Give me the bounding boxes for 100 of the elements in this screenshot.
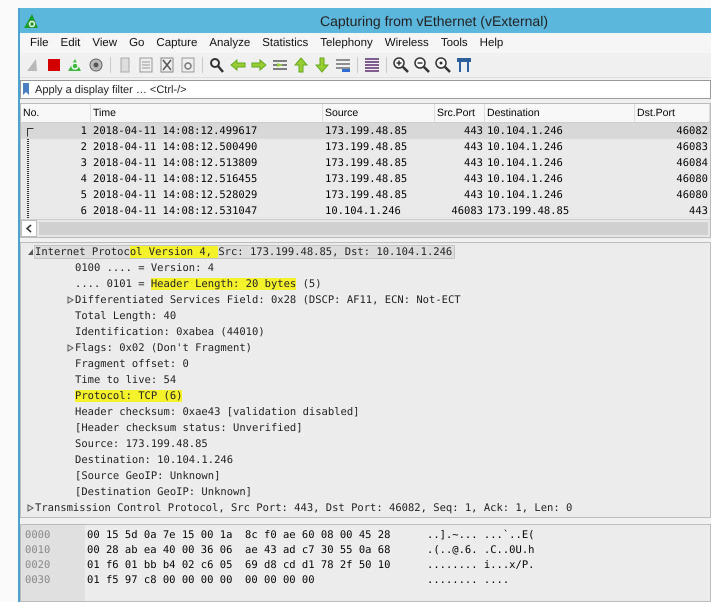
menu-item[interactable]: Telephony <box>314 37 379 49</box>
table-cell-text: 2018-04-11 14:08:12.500490 <box>92 141 258 153</box>
menu-item[interactable]: Wireless <box>378 37 435 49</box>
detail-row[interactable]: [Source GeoIP: Unknown] <box>75 470 222 482</box>
detail-row[interactable]: Internet Protocol Version 4, Src: 173.199.48.85, Dst: 10.104.1.246 <box>35 246 454 258</box>
menu-item[interactable]: View <box>86 37 124 49</box>
detail-row[interactable]: Fragment offset: 0 <box>75 358 191 370</box>
detail-row[interactable]: Source: 173.199.48.85 <box>75 438 210 450</box>
bookmark-icon[interactable] <box>23 83 29 95</box>
zoom-out-icon[interactable] <box>413 56 431 74</box>
table-cell-text: 10.104.1.246 <box>486 189 564 201</box>
table-cell-text: 2018-04-11 14:08:12.528029 <box>92 189 258 201</box>
search-icon[interactable] <box>208 56 226 74</box>
menu-item[interactable]: Help <box>474 37 510 49</box>
table-cell-text: 10.104.1.246 <box>486 125 564 137</box>
detail-row[interactable]: Time to live: 54 <box>75 374 178 386</box>
table-cell-text: 173.199.48.85 <box>324 189 408 201</box>
table-cell-text: 443 <box>463 125 484 137</box>
table-cell-text: 173.199.48.85 <box>324 125 408 137</box>
table-cell-text: 10.104.1.246 <box>324 205 402 217</box>
packet-row[interactable]: 3 2018-04-11 14:08:12.513809 173.199.48.85 443 10.104.1.246 46084 <box>21 155 710 171</box>
table-cell-text: 46084 <box>675 157 709 169</box>
detail-row[interactable]: [Header checksum status: Unverified] <box>75 422 305 434</box>
scroll-left-icon[interactable] <box>21 220 37 237</box>
zoom-reset-icon[interactable] <box>434 56 452 74</box>
column-header[interactable]: Dst.Port <box>635 104 710 122</box>
menu-item[interactable]: Capture <box>150 37 204 49</box>
shark-fin-icon <box>22 12 40 30</box>
ascii-dump: ........ .... <box>427 574 510 586</box>
hex-bytes: 01 f6 01 bb b4 02 c6 05 69 d8 cd d1 78 2f 50 10 <box>87 558 392 570</box>
detail-row[interactable]: Protocol: TCP (6) <box>75 390 184 402</box>
packet-row[interactable]: 6 2018-04-11 14:08:12.531047 10.104.1.246 46083 173.199.48.85 443 <box>21 203 710 219</box>
ascii-dump: .(..@.6. .C..0U.h <box>427 544 534 556</box>
menu-item[interactable]: Edit <box>54 37 86 49</box>
table-cell-text: 2018-04-11 14:08:12.516455 <box>92 173 258 185</box>
detail-row[interactable]: Flags: 0x02 (Don't Fragment) <box>75 342 254 354</box>
menu-item[interactable]: Tools <box>434 37 474 49</box>
window-title: Capturing from vEthernet (vExternal) <box>320 12 548 28</box>
table-cell-text: 2 <box>80 141 88 153</box>
table-cell-text: 1 <box>80 125 88 137</box>
table-cell-text: 173.199.48.85 <box>486 205 570 217</box>
collapsed-triangle-icon[interactable] <box>66 344 74 352</box>
table-cell-text: 46082 <box>675 125 709 137</box>
packet-row[interactable]: 5 2018-04-11 14:08:12.528029 173.199.48.85 443 10.104.1.246 46080 <box>21 187 710 203</box>
table-cell-text: 2018-04-11 14:08:12.531047 <box>92 205 258 217</box>
reload-icon[interactable] <box>179 56 197 74</box>
menu-item[interactable]: Statistics <box>256 37 314 49</box>
table-cell-text: 173.199.48.85 <box>324 157 408 169</box>
packet-row[interactable]: 4 2018-04-11 14:08:12.516455 173.199.48.85 443 10.104.1.246 46080 <box>21 171 710 187</box>
hex-offset: 0000 <box>25 528 52 540</box>
hex-bytes: 00 28 ab ea 40 00 36 06 ae 43 ad c7 30 55 0a 68 <box>87 544 392 556</box>
detail-row[interactable]: Header checksum: 0xae43 [validation disabled] <box>75 406 362 418</box>
detail-row[interactable]: Total Length: 40 <box>75 310 178 322</box>
table-cell-text: 46080 <box>675 173 709 185</box>
column-header[interactable]: No. <box>21 104 91 122</box>
table-cell-text: 443 <box>463 173 484 185</box>
column-header[interactable]: Destination <box>485 104 635 122</box>
table-cell-text: 443 <box>463 157 484 169</box>
collapsed-triangle-icon[interactable] <box>26 504 34 512</box>
hex-offset: 0020 <box>25 558 52 570</box>
table-cell-text: 10.104.1.246 <box>486 173 564 185</box>
table-cell-text: 173.199.48.85 <box>324 173 408 185</box>
ascii-dump: ........ i...x/P. <box>427 558 534 570</box>
colorize-icon[interactable] <box>363 56 381 74</box>
table-cell-text: 443 <box>688 205 709 217</box>
options-icon[interactable] <box>87 56 105 74</box>
table-cell-text: 4 <box>80 173 88 185</box>
expanded-triangle-icon[interactable] <box>26 248 34 256</box>
table-cell-text: 46083 <box>450 205 484 217</box>
detail-row[interactable]: Transmission Control Protocol, Src Port: 443, Dst Port: 46082, Seq: 1, Ack: 1, Len: 0 <box>35 502 574 514</box>
packet-row[interactable]: 2 2018-04-11 14:08:12.500490 173.199.48.85 443 10.104.1.246 46083 <box>21 139 710 155</box>
column-header[interactable]: Source <box>323 104 435 122</box>
zoom-in-icon[interactable] <box>392 56 410 74</box>
display-filter-field[interactable]: Apply a display filter … <Ctrl-/> <box>20 80 711 99</box>
ascii-dump: ..].~... ...`..E( <box>427 528 534 540</box>
close-file-icon[interactable] <box>158 56 176 74</box>
menu-item[interactable]: File <box>24 37 55 49</box>
table-cell-text: 2018-04-11 14:08:12.513809 <box>92 157 258 169</box>
collapsed-triangle-icon[interactable] <box>66 296 74 304</box>
column-header[interactable]: Src.Port <box>435 104 485 122</box>
packet-row[interactable]: 1 2018-04-11 14:08:12.499617 173.199.48.85 443 10.104.1.246 46082 <box>21 123 710 139</box>
column-header[interactable]: Time <box>91 104 323 122</box>
hex-bytes: 01 f5 97 c8 00 00 00 00 00 00 00 00 <box>87 574 316 586</box>
table-cell-text: 46080 <box>675 189 709 201</box>
table-cell-text: 443 <box>463 141 484 153</box>
table-cell-text: 443 <box>463 189 484 201</box>
table-cell-text: 10.104.1.246 <box>486 141 564 153</box>
resize-columns-icon[interactable] <box>455 56 473 74</box>
conversation-bracket-icon <box>27 128 34 137</box>
stop-icon[interactable] <box>45 56 63 74</box>
table-cell-text: 46083 <box>675 141 709 153</box>
table-cell-text: 173.199.48.85 <box>324 141 408 153</box>
menu-item[interactable]: Go <box>123 37 150 49</box>
detail-row[interactable]: Destination: 10.104.1.246 <box>75 454 236 466</box>
detail-row[interactable]: 0100 .... = Version: 4 <box>75 262 216 274</box>
detail-row[interactable]: Identification: 0xabea (44010) <box>75 326 267 338</box>
menu-item[interactable]: Analyze <box>203 37 256 49</box>
table-cell-text: 10.104.1.246 <box>486 157 564 169</box>
detail-row[interactable]: Differentiated Services Field: 0x28 (DSCP: AF11, ECN: Not-ECT <box>75 294 463 306</box>
detail-row[interactable]: [Destination GeoIP: Unknown] <box>75 486 254 498</box>
